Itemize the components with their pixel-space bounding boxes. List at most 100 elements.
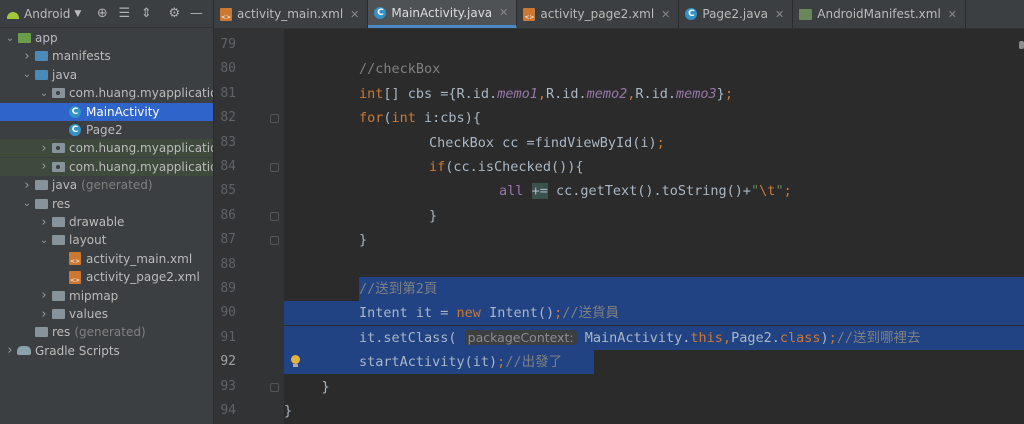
tree-item-label: app xyxy=(35,31,58,45)
target-icon[interactable]: ⊕ xyxy=(91,3,113,25)
chevron-right-icon[interactable]: › xyxy=(38,159,50,174)
code-line[interactable]: 82 for(int i:cbs){ xyxy=(214,106,1024,130)
tree-item-label: java xyxy=(52,178,78,193)
chevron-down-icon[interactable]: ⌄ xyxy=(38,235,50,246)
close-icon[interactable]: ✕ xyxy=(775,8,784,21)
tree-item[interactable]: › values xyxy=(0,305,213,323)
chevron-right-icon[interactable]: › xyxy=(21,49,33,64)
chevron-down-icon[interactable]: ⌄ xyxy=(38,88,50,99)
code-line[interactable]: 85 all += cc.getText().toString()+"\t"; xyxy=(214,179,1024,203)
scrollbar-marker[interactable] xyxy=(1019,41,1024,49)
xml-file-icon: <> xyxy=(220,7,232,21)
fold-marker-icon[interactable] xyxy=(270,163,279,172)
fold-marker-icon[interactable] xyxy=(270,114,279,124)
android-icon xyxy=(6,9,20,19)
editor-tab[interactable]: AndroidManifest.xml ✕ xyxy=(793,0,967,28)
tab-icon-wrap xyxy=(799,8,813,20)
tree-item[interactable]: <> activity_page2.xml xyxy=(0,268,213,286)
code-line[interactable]: 81 int[] cbs ={R.id.memo1,R.id.memo2,R.id… xyxy=(214,82,1024,106)
code-line[interactable]: 92 startActivity(it);//出發了 xyxy=(214,350,1024,375)
code-line[interactable]: 94} xyxy=(214,399,1024,423)
chevron-down-icon[interactable]: ⌄ xyxy=(21,198,33,209)
tree-item-label: Page2 xyxy=(86,123,123,137)
tree-item[interactable]: › manifests xyxy=(0,47,213,65)
chevron-down-icon[interactable]: ⌄ xyxy=(4,33,16,44)
collapse-all-icon[interactable]: ☰ xyxy=(113,3,135,25)
chevron-right-icon[interactable]: › xyxy=(38,141,50,156)
code-line[interactable]: 84 if(cc.isChecked()){ xyxy=(214,155,1024,179)
folder-icon xyxy=(34,198,48,209)
editor-tab[interactable]: C Page2.java ✕ xyxy=(679,0,794,28)
code-line[interactable]: 80 //checkBox xyxy=(214,57,1024,81)
lightbulb-icon[interactable] xyxy=(290,355,300,368)
close-icon[interactable]: ✕ xyxy=(661,8,670,21)
tree-item[interactable]: ⌄ java xyxy=(0,66,213,84)
tree-item[interactable]: <> activity_main.xml xyxy=(0,250,213,268)
fold-marker-icon[interactable] xyxy=(270,382,279,392)
fold-marker-icon[interactable] xyxy=(270,211,279,221)
code-line[interactable]: 87} xyxy=(214,228,1024,252)
tree-item[interactable]: ⌄ app xyxy=(0,29,213,47)
tree-item-label: activity_main.xml xyxy=(86,251,193,266)
tree-item[interactable]: res (generated) xyxy=(0,323,213,341)
editor-tabs: <> activity_main.xml ✕ C MainActivity.java ✕ <… xyxy=(214,0,1024,29)
tree-item[interactable]: C Page2 xyxy=(0,121,213,139)
tree-item[interactable]: C MainActivity xyxy=(0,102,213,121)
minimize-icon[interactable]: — xyxy=(185,3,207,25)
tree-item-label: MainActivity xyxy=(86,104,160,119)
class-icon: C xyxy=(374,6,387,19)
tree-item[interactable]: › com.huang.myapplication xyxy=(0,139,213,158)
tree-item[interactable]: ⌄ layout xyxy=(0,231,213,249)
project-toolbar: Android ▼ ⊕ ☰ ⇕ ⚙ — xyxy=(0,0,213,28)
tab-label: activity_main.xml xyxy=(237,7,344,21)
tree-item[interactable]: › com.huang.myapplication xyxy=(0,157,213,176)
package-icon xyxy=(51,88,65,99)
code-line[interactable]: 88 xyxy=(214,253,1024,277)
tab-label: Page2.java xyxy=(702,7,769,21)
module-folder-icon xyxy=(17,33,31,43)
code-text: } xyxy=(359,232,368,249)
chevron-down-icon[interactable]: ⌄ xyxy=(21,69,33,80)
editor-tab[interactable]: <> activity_page2.xml ✕ xyxy=(517,0,680,28)
selection-highlight xyxy=(359,277,1024,301)
tree-item[interactable]: › mipmap xyxy=(0,287,213,305)
expand-icon[interactable]: ⇕ xyxy=(135,3,157,25)
code-line[interactable]: 90 Intent it = new Intent();//送貨員 xyxy=(214,301,1024,326)
tree-item-icon-wrap xyxy=(33,325,49,339)
code-line[interactable]: 86 } xyxy=(214,204,1024,228)
package-icon xyxy=(51,143,65,154)
folder-icon xyxy=(51,290,65,301)
tree-item[interactable]: ⌄ com.huang.myapplication xyxy=(0,84,213,102)
line-number: 86 xyxy=(220,207,236,223)
tree-item-icon-wrap xyxy=(50,289,66,303)
chevron-right-icon[interactable]: › xyxy=(4,343,16,358)
chevron-right-icon[interactable]: › xyxy=(38,288,50,303)
tree-item[interactable]: › java (generated) xyxy=(0,176,213,194)
code-line[interactable]: 83 CheckBox cc =findViewById(i); xyxy=(214,131,1024,155)
chevron-right-icon[interactable]: › xyxy=(38,215,50,230)
tree-item[interactable]: › Gradle Scripts xyxy=(0,342,213,360)
tree-item-label: values xyxy=(69,307,109,321)
gear-icon[interactable]: ⚙ xyxy=(163,3,185,25)
tree-item-label: res xyxy=(52,325,71,340)
code-editor[interactable]: 79 80 //checkBox 81 int[] cbs ={R.id.memo1,R… xyxy=(214,29,1024,424)
fold-marker-icon[interactable] xyxy=(270,236,279,246)
code-line[interactable]: 89 //送到第2頁 xyxy=(214,277,1024,301)
close-icon[interactable]: ✕ xyxy=(350,8,359,21)
tree-item[interactable]: › drawable xyxy=(0,213,213,231)
chevron-right-icon[interactable]: › xyxy=(38,307,50,322)
code-line[interactable]: 91 it.setClass( packageContext: MainActiv… xyxy=(214,325,1024,350)
editor-tab[interactable]: <> activity_main.xml ✕ xyxy=(214,0,369,28)
code-line[interactable]: 93} xyxy=(214,375,1024,399)
tree-item[interactable]: ⌄ res xyxy=(0,195,213,213)
project-view-select[interactable]: Android ▼ xyxy=(6,7,81,21)
close-icon[interactable]: ✕ xyxy=(499,6,508,19)
line-number: 87 xyxy=(220,232,236,248)
close-icon[interactable]: ✕ xyxy=(948,8,957,21)
tab-label: AndroidManifest.xml xyxy=(817,7,941,21)
editor-tab[interactable]: C MainActivity.java ✕ xyxy=(368,0,518,28)
tree-item-label: com.huang.myapplication xyxy=(69,159,213,174)
code-line[interactable]: 79 xyxy=(214,33,1024,57)
chevron-right-icon[interactable]: › xyxy=(21,178,33,193)
tab-icon-wrap: C xyxy=(374,6,387,19)
